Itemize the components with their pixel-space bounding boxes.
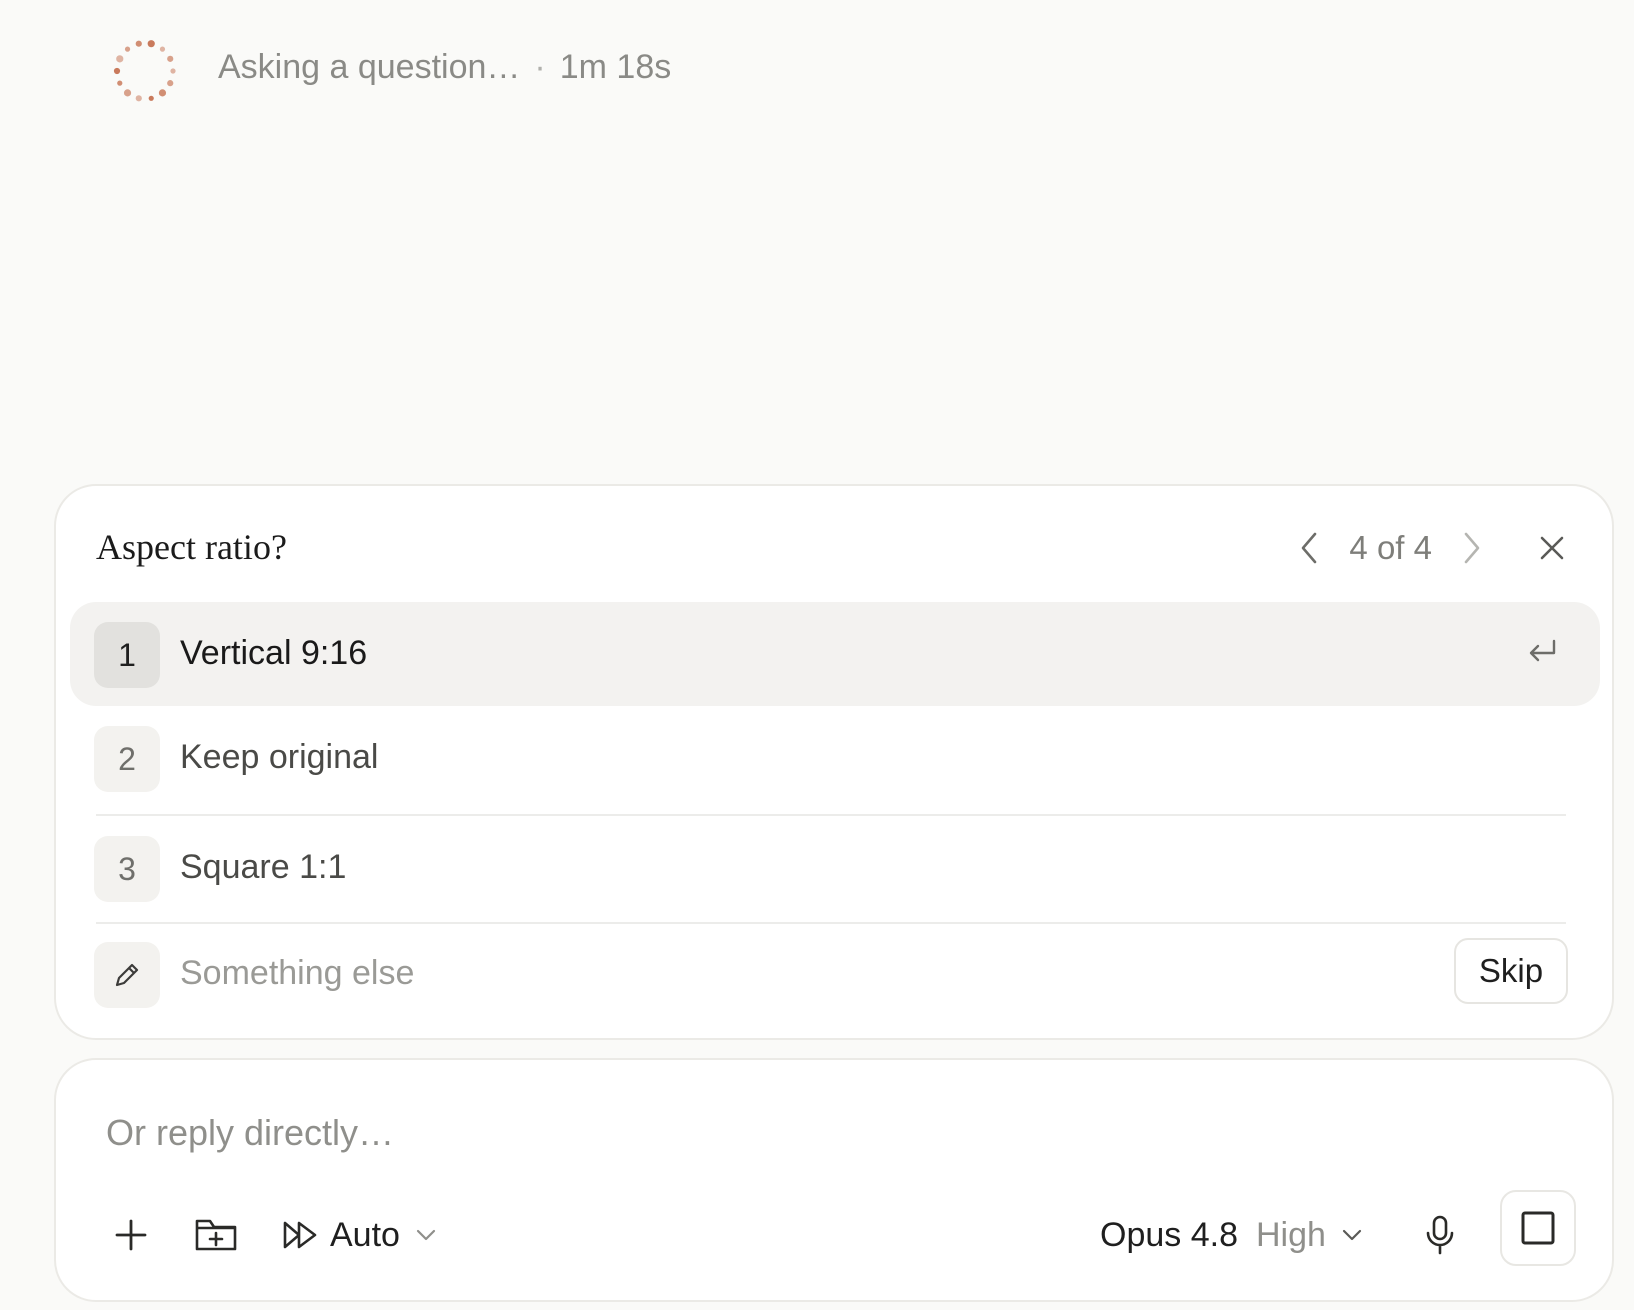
question-pager: 4 of 4	[1289, 528, 1572, 568]
spinner-dot	[116, 55, 124, 63]
spinner-dot	[135, 40, 142, 47]
stop-icon	[1521, 1211, 1555, 1245]
model-name: Opus 4.8	[1100, 1215, 1238, 1254]
spinner-dot	[117, 80, 123, 86]
previous-question-button[interactable]	[1289, 528, 1329, 568]
spinner-dot	[167, 55, 174, 62]
something-else-input[interactable]: Something else	[180, 954, 414, 993]
stop-button[interactable]	[1500, 1190, 1576, 1266]
close-button[interactable]	[1532, 528, 1572, 568]
question-counter: 4 of 4	[1349, 529, 1432, 566]
option-number: 1	[94, 622, 160, 688]
option-number: 3	[94, 836, 160, 902]
divider	[96, 922, 1566, 924]
loading-spinner-icon	[110, 36, 180, 106]
status-bar	[110, 36, 180, 106]
option-label: Square 1:1	[180, 848, 347, 886]
chevron-left-icon	[1302, 532, 1317, 564]
plus-icon	[115, 1219, 147, 1251]
option-label: Keep original	[180, 738, 379, 776]
chevron-right-icon	[1464, 532, 1480, 564]
effort-level: High	[1255, 1215, 1326, 1254]
chevron-down-icon	[1342, 1229, 1362, 1241]
folder-plus-icon	[195, 1219, 237, 1251]
spinner-dot	[124, 46, 131, 52]
spinner-dot	[113, 67, 121, 75]
microphone-button[interactable]	[1424, 1200, 1456, 1270]
status-separator: ·	[534, 48, 546, 86]
spinner-dot	[148, 95, 154, 101]
add-folder-button[interactable]	[194, 1200, 238, 1270]
mode-selector[interactable]: Auto	[282, 1200, 436, 1270]
fast-forward-icon	[283, 1221, 317, 1249]
close-icon	[1540, 536, 1564, 560]
elapsed-time: 1m 18s	[559, 48, 672, 86]
something-else-row[interactable]: Something else Skip	[70, 938, 1600, 1012]
spinner-dot	[147, 40, 155, 48]
next-question-button[interactable]	[1452, 528, 1492, 568]
mode-label: Auto	[330, 1215, 400, 1254]
add-button[interactable]	[114, 1200, 148, 1270]
model-selector[interactable]: Opus 4.8 High	[1100, 1200, 1362, 1270]
spinner-dot	[123, 89, 132, 97]
option-1[interactable]: 1 Vertical 9:16	[70, 602, 1600, 706]
question-card: Aspect ratio? 4 of 4 1 Vertical 9:16 2 K…	[54, 484, 1614, 1040]
spinner-dot	[135, 95, 142, 102]
status-text: Asking a question… · 1m 18s	[218, 48, 671, 87]
spinner-dot	[159, 46, 166, 52]
spinner-dot	[170, 68, 176, 74]
question-title: Aspect ratio?	[96, 527, 287, 567]
option-number: 2	[94, 726, 160, 792]
reply-input[interactable]: Or reply directly…	[106, 1112, 394, 1154]
skip-button[interactable]: Skip	[1454, 938, 1568, 1004]
option-3[interactable]: 3 Square 1:1	[70, 816, 1600, 920]
option-2[interactable]: 2 Keep original	[70, 706, 1600, 810]
spinner-dot	[167, 80, 174, 87]
microphone-icon	[1426, 1215, 1454, 1255]
status-message: Asking a question…	[218, 48, 521, 86]
spinner-dot	[158, 89, 167, 97]
enter-icon	[1526, 638, 1560, 673]
pencil-icon	[94, 942, 160, 1008]
option-label: Vertical 9:16	[180, 634, 368, 672]
composer: Or reply directly… Auto Opus 4.8 High	[54, 1058, 1614, 1302]
chevron-down-icon	[416, 1229, 436, 1241]
